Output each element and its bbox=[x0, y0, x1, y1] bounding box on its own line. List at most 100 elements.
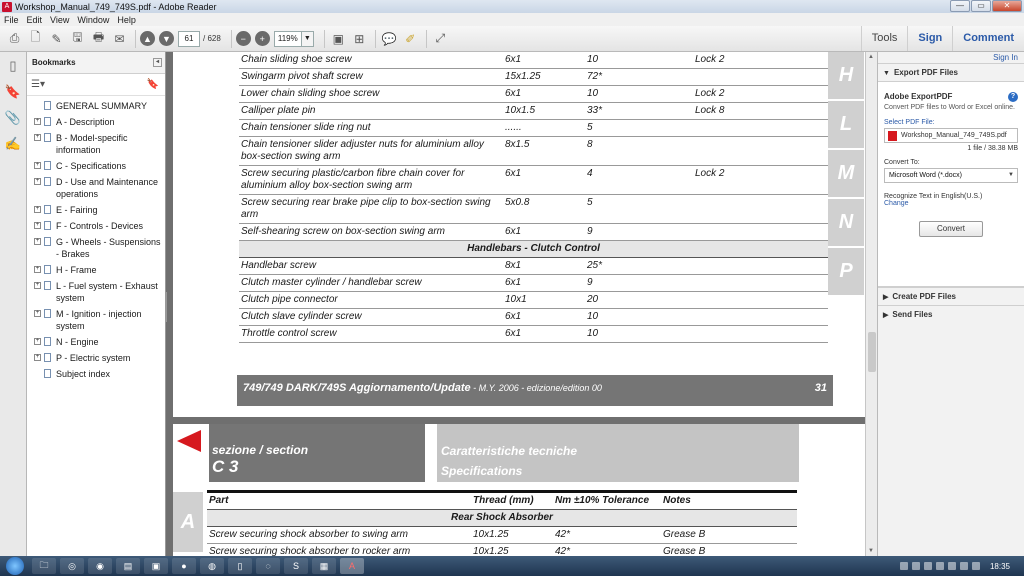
app-icon[interactable]: ▯ bbox=[228, 558, 252, 574]
menu-window[interactable]: Window bbox=[77, 15, 109, 25]
expand-icon[interactable]: + bbox=[34, 266, 41, 273]
bookmark-item[interactable]: + A - Description bbox=[27, 114, 165, 130]
options-menu-icon[interactable]: ☰▾ bbox=[31, 79, 45, 90]
close-button[interactable]: ✕ bbox=[992, 0, 1022, 12]
print-icon[interactable]: 🖶 bbox=[89, 29, 108, 48]
skype-icon[interactable]: S bbox=[284, 558, 308, 574]
signatures-icon[interactable]: ✍ bbox=[4, 134, 22, 154]
fit-page-icon[interactable]: ▣ bbox=[329, 29, 348, 48]
expand-icon[interactable]: + bbox=[34, 162, 41, 169]
create-pdf-icon[interactable]: ⎙ bbox=[5, 29, 24, 48]
header-part: Part bbox=[207, 490, 471, 510]
explorer-icon[interactable]: 🗀 bbox=[32, 558, 56, 574]
zoom-in-icon[interactable]: + bbox=[254, 31, 270, 46]
comment-tab[interactable]: Comment bbox=[952, 26, 1024, 51]
document-viewport[interactable]: Chain sliding shoe screw 6x1 10 Lock 2 Swing… bbox=[167, 52, 865, 556]
tray-icon[interactable] bbox=[935, 562, 944, 570]
bookmark-item[interactable]: + H - Frame bbox=[27, 262, 165, 278]
expand-icon[interactable]: + bbox=[34, 134, 41, 141]
sign-tab[interactable]: Sign bbox=[907, 26, 952, 51]
chrome-icon[interactable]: ● bbox=[172, 558, 196, 574]
tray-icon[interactable] bbox=[899, 562, 908, 570]
convert-button[interactable]: Convert bbox=[919, 221, 983, 237]
menu-edit[interactable]: Edit bbox=[27, 15, 43, 25]
bookmark-item[interactable]: + N - Engine bbox=[27, 334, 165, 350]
clock[interactable]: 18:35 bbox=[990, 562, 1010, 571]
zoom-input[interactable]: 119% bbox=[273, 30, 302, 47]
send-files-section-header[interactable]: ▶ Send Files bbox=[878, 305, 1024, 323]
full-screen-icon[interactable]: ⤢ bbox=[431, 29, 450, 48]
menu-file[interactable]: File bbox=[4, 15, 19, 25]
email-icon[interactable]: ✉ bbox=[110, 29, 129, 48]
sign-in-link[interactable]: Sign In bbox=[878, 52, 1024, 63]
menu-help[interactable]: Help bbox=[117, 15, 136, 25]
expand-icon[interactable]: + bbox=[34, 222, 41, 229]
change-language-link[interactable]: Change bbox=[884, 200, 1018, 207]
firefox-icon[interactable]: ◉ bbox=[88, 558, 112, 574]
network-icon[interactable] bbox=[959, 562, 968, 570]
adobe-reader-task-icon[interactable]: A bbox=[340, 558, 364, 574]
document-scrollbar[interactable]: ▲ ▼ bbox=[865, 52, 877, 556]
scrollbar-thumb[interactable] bbox=[868, 332, 876, 372]
expand-icon[interactable]: + bbox=[34, 118, 41, 125]
save-icon[interactable]: 🖫 bbox=[68, 29, 87, 48]
bookmark-item[interactable]: + L - Fuel system - Exhaust system bbox=[27, 278, 165, 306]
bookmark-item[interactable]: + G - Wheels - Suspensions - Brakes bbox=[27, 234, 165, 262]
zoom-dropdown-icon[interactable]: ▼ bbox=[301, 30, 314, 47]
create-pdf-section-header[interactable]: ▶ Create PDF Files bbox=[878, 287, 1024, 305]
expand-icon[interactable]: + bbox=[34, 338, 41, 345]
bookmark-item[interactable]: + M - Ignition - injection system bbox=[27, 306, 165, 334]
bookmark-item[interactable]: + D - Use and Maintenance operations bbox=[27, 174, 165, 202]
browser-icon[interactable]: ◎ bbox=[60, 558, 84, 574]
export-pdf-section-header[interactable]: ▼ Export PDF Files bbox=[878, 63, 1024, 81]
tools-tab[interactable]: Tools bbox=[860, 26, 908, 51]
bookmark-item[interactable]: + P - Electric system bbox=[27, 350, 165, 366]
page-thumbnails-icon[interactable]: ▯ bbox=[4, 56, 22, 76]
expand-icon[interactable]: + bbox=[34, 354, 41, 361]
maximize-button[interactable]: ▭ bbox=[971, 0, 991, 12]
next-page-icon[interactable]: ▼ bbox=[159, 31, 174, 46]
menu-view[interactable]: View bbox=[50, 15, 69, 25]
new-bookmark-icon[interactable]: 🔖 bbox=[147, 79, 159, 90]
bookmark-item[interactable]: Subject index bbox=[27, 366, 165, 382]
expand-icon[interactable]: + bbox=[34, 310, 41, 317]
collapse-panel-icon[interactable]: ◂ bbox=[153, 58, 162, 67]
bookmark-item[interactable]: + B - Model-specific information bbox=[27, 130, 165, 158]
app-icon[interactable]: ◍ bbox=[200, 558, 224, 574]
scroll-down-icon[interactable]: ▼ bbox=[868, 548, 874, 554]
tray-icon[interactable] bbox=[911, 562, 920, 570]
edit-icon[interactable]: ✎ bbox=[47, 29, 66, 48]
convert-to-select[interactable]: Microsoft Word (*.docx) ▼ bbox=[884, 168, 1018, 183]
app-icon[interactable]: ◌ bbox=[256, 558, 280, 574]
scroll-up-icon[interactable]: ▲ bbox=[868, 54, 874, 60]
expand-icon[interactable]: + bbox=[34, 178, 41, 185]
tray-icon[interactable] bbox=[947, 562, 956, 570]
tray-icon[interactable] bbox=[923, 562, 932, 570]
bookmarks-icon[interactable]: 🔖 bbox=[4, 82, 22, 102]
attachments-icon[interactable]: 📎 bbox=[4, 108, 22, 128]
create-pdf-menu-icon[interactable]: 🗋 bbox=[26, 29, 45, 48]
cell-thread: 5x0.8 bbox=[503, 194, 585, 224]
bookmark-item[interactable]: + E - Fairing bbox=[27, 202, 165, 218]
highlight-icon[interactable]: ✐ bbox=[401, 29, 420, 48]
app-icon[interactable]: ▤ bbox=[116, 558, 140, 574]
minimize-button[interactable]: — bbox=[950, 0, 970, 12]
selected-file-field[interactable]: Workshop_Manual_749_749S.pdf bbox=[884, 128, 1018, 143]
volume-icon[interactable] bbox=[971, 562, 980, 570]
fit-width-icon[interactable]: ⊞ bbox=[350, 29, 369, 48]
table-row: Screw securing rear brake pipe clip to b… bbox=[239, 194, 828, 224]
expand-icon[interactable]: + bbox=[34, 238, 41, 245]
help-icon[interactable]: ? bbox=[1008, 92, 1018, 102]
start-button-icon[interactable] bbox=[6, 557, 24, 575]
zoom-out-icon[interactable]: − bbox=[235, 31, 251, 46]
app-icon[interactable]: ▣ bbox=[144, 558, 168, 574]
expand-icon[interactable]: + bbox=[34, 282, 41, 289]
bookmark-item[interactable]: GENERAL SUMMARY bbox=[27, 98, 165, 114]
previous-page-icon[interactable]: ▲ bbox=[140, 31, 155, 46]
app-icon[interactable]: ▦ bbox=[312, 558, 336, 574]
bookmark-item[interactable]: + F - Controls - Devices bbox=[27, 218, 165, 234]
comment-icon[interactable]: 💬 bbox=[380, 29, 399, 48]
bookmark-item[interactable]: + C - Specifications bbox=[27, 158, 165, 174]
page-number-input[interactable]: 61 bbox=[178, 30, 200, 47]
expand-icon[interactable]: + bbox=[34, 206, 41, 213]
